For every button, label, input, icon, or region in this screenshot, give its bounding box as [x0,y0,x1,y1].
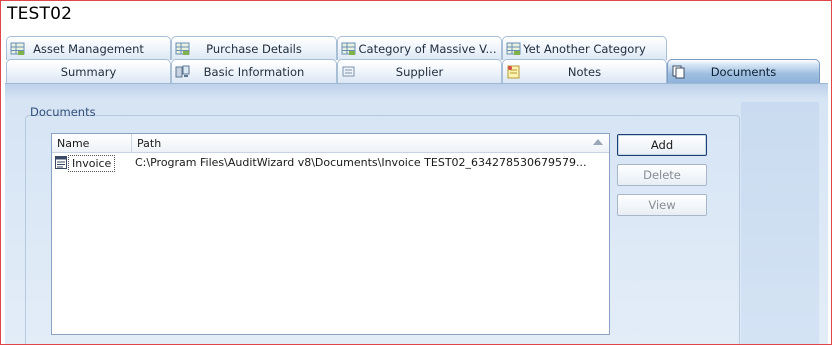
documents-list[interactable]: Name Path Invoice C:\Program Files\Audit… [51,133,610,335]
tab-purchase-details[interactable]: Purchase Details [171,36,337,60]
list-header: Name Path [52,134,609,153]
row-name: Invoice [68,155,116,172]
tab-label: Basic Information [203,65,305,79]
tab-label: Asset Management [33,42,144,56]
tab-label: Supplier [395,65,444,79]
documents-group-label: Documents [30,105,96,119]
view-button[interactable]: View [617,194,707,216]
column-header-name[interactable]: Name [52,134,132,152]
window-frame: TEST02 Asset Management Purchase Details… [0,0,832,345]
row-path: C:\Program Files\AuditWizard v8\Document… [135,156,587,169]
sort-ascending-icon [593,139,603,145]
tab-basic-information[interactable]: Basic Information [171,59,337,83]
tab-label: Yet Another Category [523,42,646,56]
tab-label: Category of Massive V... [358,42,497,56]
tab-summary[interactable]: Summary [6,59,171,83]
tab-notes[interactable]: Notes [502,59,667,83]
tab-label: Documents [710,65,777,79]
add-button[interactable]: Add [617,134,707,156]
tab-label: Summary [60,65,117,79]
tab-category-of-massive[interactable]: Category of Massive V... [337,36,502,60]
column-header-path[interactable]: Path [132,134,609,152]
tab-label: Purchase Details [206,42,302,56]
table-row[interactable]: Invoice C:\Program Files\AuditWizard v8\… [52,153,609,173]
side-panel [741,102,819,344]
delete-button[interactable]: Delete [617,164,707,186]
tab-yet-another-category[interactable]: Yet Another Category [502,36,667,60]
tab-asset-management[interactable]: Asset Management [6,36,171,60]
invoice-document-icon [55,156,67,169]
tab-documents[interactable]: Documents [667,59,820,83]
window-title: TEST02 [7,4,73,24]
tab-supplier[interactable]: Supplier [337,59,502,83]
tab-label: Notes [567,65,602,79]
